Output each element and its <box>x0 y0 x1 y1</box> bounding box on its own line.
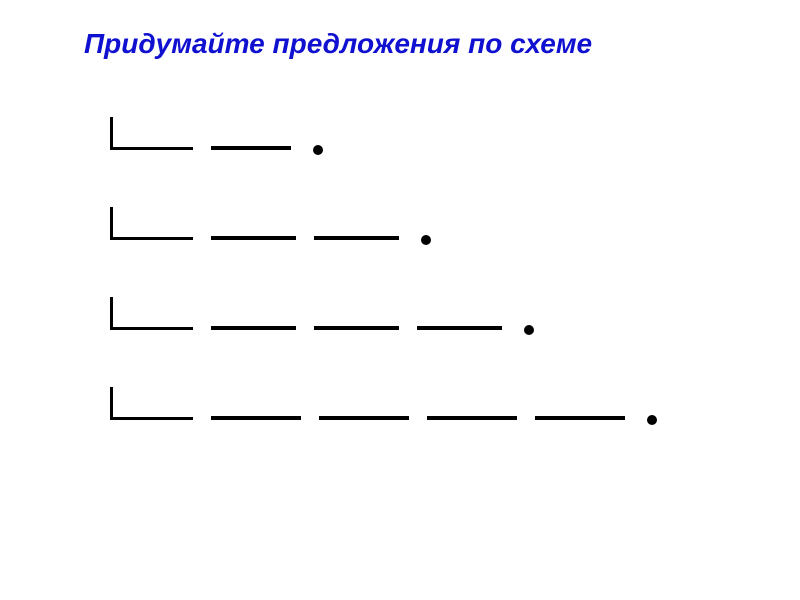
sentence-schema-4-words <box>110 290 657 330</box>
schema-diagram <box>110 110 657 470</box>
sentence-schema-2-words <box>110 110 657 150</box>
capital-word-slot <box>110 207 193 240</box>
period-icon <box>524 325 534 335</box>
capital-word-slot <box>110 297 193 330</box>
word-slot <box>211 146 291 150</box>
word-slot <box>427 416 517 420</box>
word-slot <box>211 236 296 240</box>
period-icon <box>421 235 431 245</box>
period-icon <box>647 415 657 425</box>
page-title: Придумайте предложения по схеме <box>84 28 592 60</box>
sentence-schema-5-words <box>110 380 657 420</box>
word-slot <box>211 326 296 330</box>
period-icon <box>313 145 323 155</box>
word-slot <box>314 326 399 330</box>
word-slot <box>211 416 301 420</box>
capital-word-slot <box>110 117 193 150</box>
capital-word-slot <box>110 387 193 420</box>
word-slot <box>314 236 399 240</box>
word-slot <box>417 326 502 330</box>
word-slot <box>319 416 409 420</box>
sentence-schema-3-words <box>110 200 657 240</box>
word-slot <box>535 416 625 420</box>
